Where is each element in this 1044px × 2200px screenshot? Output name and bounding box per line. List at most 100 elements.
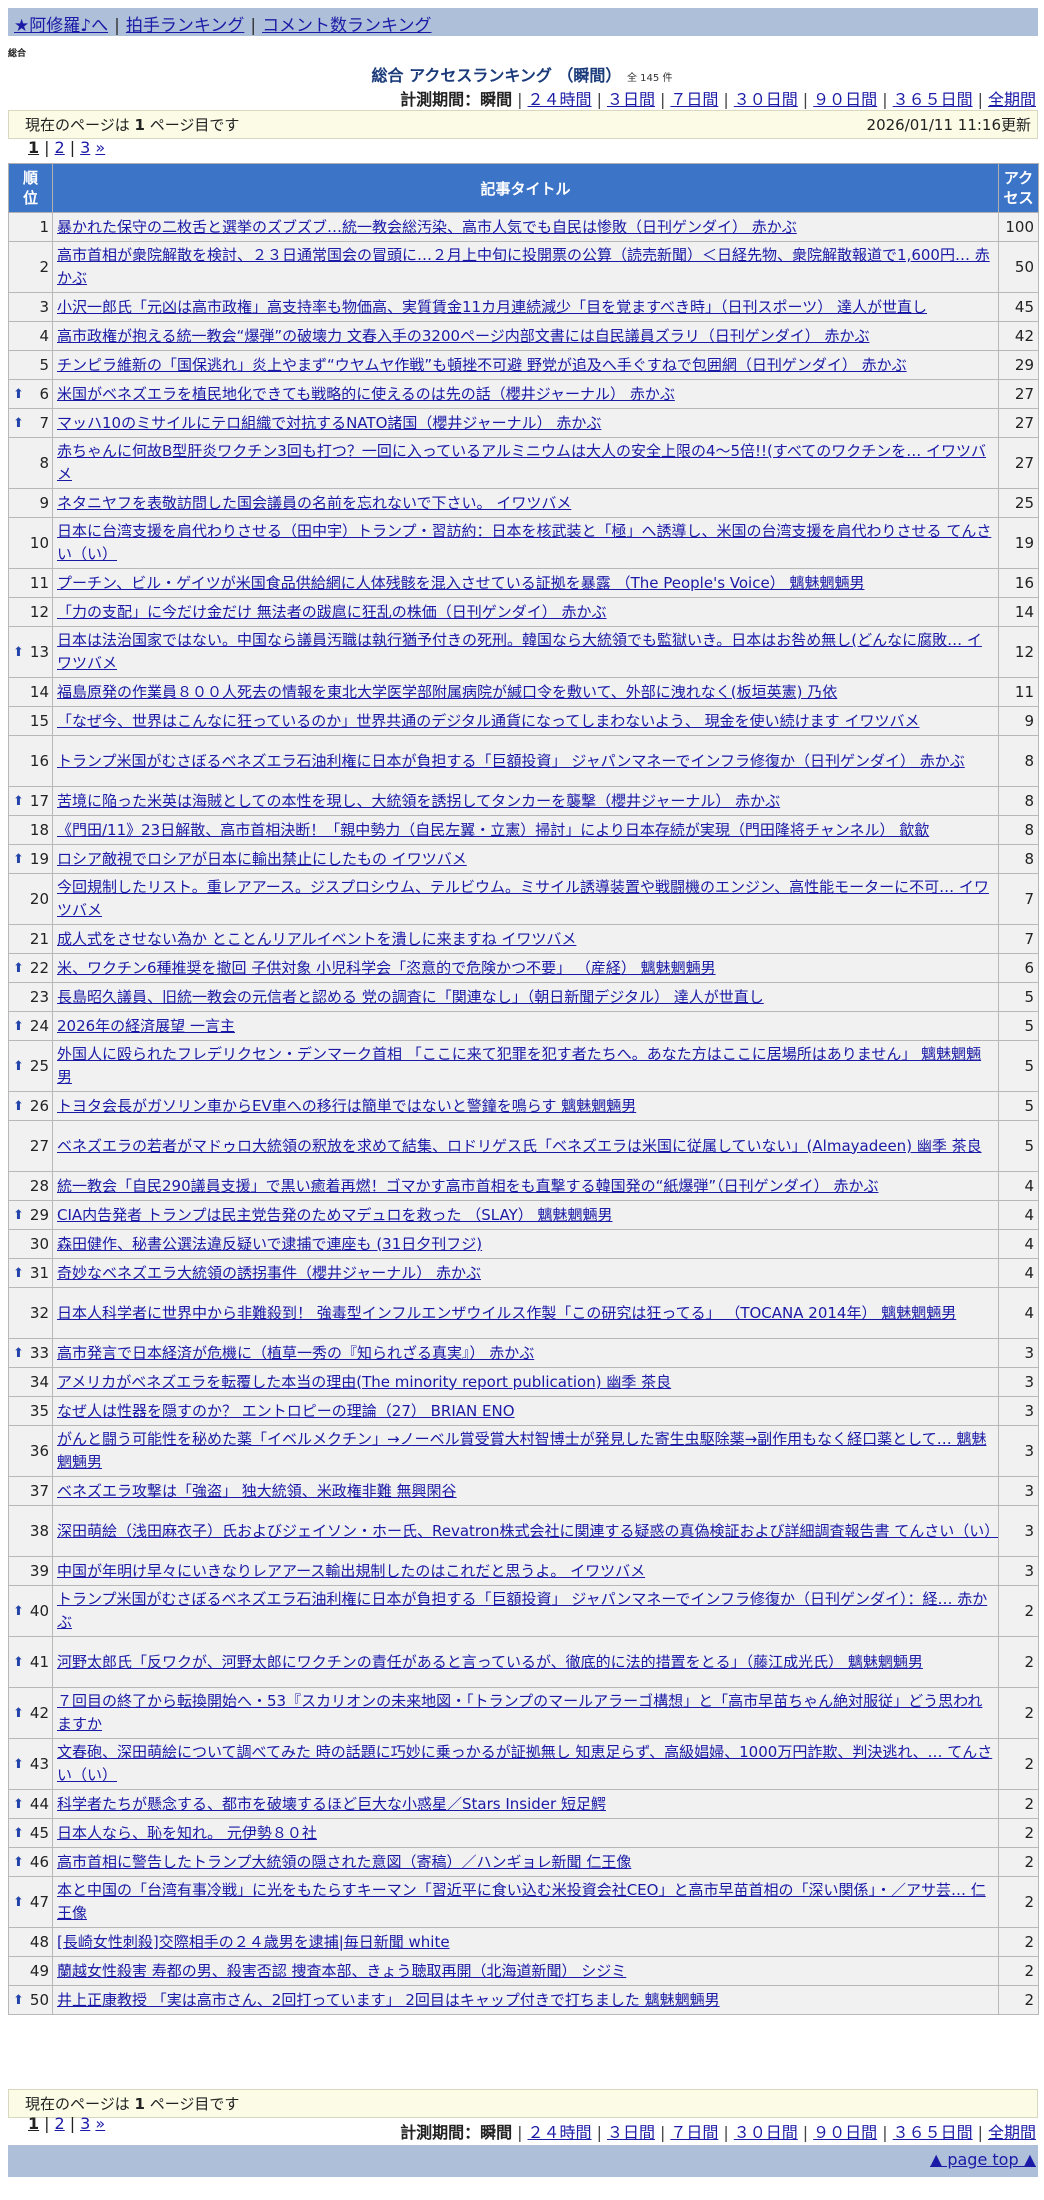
table-row: ⬆ 7 マッハ10のミサイルにテロ組織で対抗するNATO諸国（櫻井ジャーナル） 赤か…	[8, 408, 1039, 438]
article-title-link[interactable]: 赤ちゃんに何故B型肝炎ワクチン3回も打つ？一回に入っているアルミニウムは大人の安…	[57, 442, 986, 483]
article-title-link[interactable]: プーチン、ビル・ゲイツが米国食品供給網に人体残骸を混入させている証拠を暴露 （T…	[57, 574, 864, 592]
article-title-link[interactable]: 小沢一郎氏「元凶は高市政権」高支持率も物価高、実質賃金11カ月連続減少「目を覚ま…	[57, 298, 927, 316]
title-cell: アメリカがベネズエラを転覆した本当の理由(The minority report…	[52, 1367, 999, 1397]
article-title-link[interactable]: 成人式をさせない為か とことんリアルイベントを潰しに来ますね イワツバメ	[57, 930, 576, 948]
rank-cell: ⬆ 41	[8, 1636, 53, 1688]
pager-page-link[interactable]: 3	[80, 138, 90, 157]
article-title-link[interactable]: 日本人科学者に世界中から非難殺到！ 強毒型インフルエンザウイルス作製「この研究は…	[57, 1304, 956, 1322]
rank-number: 11	[29, 573, 49, 592]
article-title-link[interactable]: CIA内告発者 トランプは民主党告発のためマデュロを救った （SLAY） 魑魅魍…	[57, 1206, 613, 1224]
article-title-link[interactable]: [長崎女性刺殺]交際相手の２４歳男を逮捕|毎日新聞 white	[57, 1933, 450, 1951]
title-cell: ロシア敵視でロシアが日本に輸出禁止にしたもの イワツバメ	[52, 844, 999, 874]
rank-cell: 12	[8, 597, 53, 627]
article-title-link[interactable]: 米国がベネズエラを植民地化できても戦略的に使えるのは先の話（櫻井ジャーナル） 赤…	[57, 385, 675, 403]
rank-number: 1	[39, 217, 49, 236]
article-title-link[interactable]: チンピラ維新の「国保逃れ」炎上やまず“ウヤムヤ作戦”も頓挫不可避 野党が追及へ手…	[57, 356, 907, 374]
article-title-link[interactable]: ベネズエラ攻撃は「強盗」 独大統領、米政権非難 無興閑谷	[57, 1482, 457, 1500]
article-title-link[interactable]: 今回規制したリスト。重レアアース。ジスプロシウム、テルビウム。ミサイル誘導装置や…	[57, 878, 989, 919]
article-title-link[interactable]: 暴かれた保守の二枚舌と選挙のズブズブ…統一教会総汚染、高市人気でも自民は惨敗（日…	[57, 218, 797, 236]
article-title-link[interactable]: 米、ワクチン6種推奨を撤回 子供対象 小児科学会「恣意的で危険かつ不要」 （産経…	[57, 959, 716, 977]
period-option[interactable]: ９０日間	[813, 2123, 877, 2142]
article-title-link[interactable]: トランプ米国がむさぼるベネズエラ石油利権に日本が負担する「巨額投資」 ジャパンマ…	[57, 1590, 987, 1631]
period-option[interactable]: 全期間	[988, 2123, 1036, 2142]
article-title-link[interactable]: 長島昭久議員、旧統一教会の元信者と認める 党の調査に「関連なし」（朝日新聞デジタ…	[57, 988, 764, 1006]
article-title-link[interactable]: 《門田/11》23日解散、高市首相決断！「親中勢力（自民左翼・立憲）掃討」により…	[57, 821, 929, 839]
rank-cell: 8	[8, 437, 53, 489]
article-title-link[interactable]: 深田萌絵（浅田麻衣子）氏およびジェイソン・ホー氏、Revatron株式会社に関連…	[57, 1522, 998, 1540]
article-title-link[interactable]: 高市首相が衆院解散を検討、２３日通常国会の冒頭に…２月上中旬に投開票の公算（読売…	[57, 246, 990, 287]
pager-page-link[interactable]: 2	[55, 2114, 65, 2133]
rank-up-arrow-icon: ⬆	[13, 1058, 24, 1074]
article-title-link[interactable]: 統一教会「自民290議員支援」で黒い癒着再燃！ゴマかす高市首相をも直撃する韓国発…	[57, 1177, 878, 1195]
period-option[interactable]: ７日間	[670, 2123, 718, 2142]
period-option[interactable]: ３６５日間	[893, 2123, 973, 2142]
period-separator: |	[882, 2123, 888, 2142]
article-title-link[interactable]: がんと闘う可能性を秘めた薬「イベルメクチン」→ノーベル賞受賞大村智博士が発見した…	[57, 1430, 986, 1471]
article-title-link[interactable]: 日本は法治国家ではない。中国なら議員汚職は執行猶予付きの死刑。韓国なら大統領でも…	[57, 631, 982, 672]
table-row: 21 成人式をさせない為か とことんリアルイベントを潰しに来ますね イワツバメ 7	[8, 924, 1039, 954]
article-title-link[interactable]: トランプ米国がむさぼるベネズエラ石油利権に日本が負担する「巨額投資」 ジャパンマ…	[57, 752, 965, 770]
rank-number: 37	[29, 1481, 49, 1500]
period-option[interactable]: ３６５日間	[893, 90, 973, 109]
table-row: 34 アメリカがベネズエラを転覆した本当の理由(The minority repo…	[8, 1367, 1039, 1397]
article-title-link[interactable]: 高市政権が抱える統一教会“爆弾”の破壊力 文春入手の3200ページ内部文書には自…	[57, 327, 870, 345]
page-top-link[interactable]: ▲ page top ▲	[930, 2150, 1036, 2169]
period-option[interactable]: ２４時間	[528, 2123, 592, 2142]
period-option[interactable]: ２４時間	[528, 90, 592, 109]
article-title-link[interactable]: 「力の支配」に今だけ金だけ 無法者の跋扈に狂乱の株価（日刊ゲンダイ） 赤かぶ	[57, 603, 607, 621]
rank-cell: ⬆ 29	[8, 1200, 53, 1230]
article-title-link[interactable]: 高市首相に警告したトランプ大統領の隠された意図（寄稿）／ハンギョレ新聞 仁王像	[57, 1853, 631, 1871]
period-option[interactable]: 全期間	[988, 90, 1036, 109]
period-option[interactable]: ３日間	[607, 90, 655, 109]
article-title-link[interactable]: 河野太郎氏「反ワクが、河野太郎にワクチンの責任があると言っているが、徹底的に法的…	[57, 1653, 923, 1671]
clap-ranking-link[interactable]: 拍手ランキング	[126, 16, 245, 36]
article-title-link[interactable]: アメリカがベネズエラを転覆した本当の理由(The minority report…	[57, 1373, 671, 1391]
article-title-link[interactable]: 蘭越女性殺害 寿都の男、殺害否認 捜査本部、きょう聴取再開（北海道新聞） シジミ	[57, 1962, 626, 1980]
table-row: 16 トランプ米国がむさぼるベネズエラ石油利権に日本が負担する「巨額投資」 ジャパ…	[8, 735, 1039, 787]
pager-page-link[interactable]: 3	[80, 2114, 90, 2133]
article-title-link[interactable]: 奇妙なベネズエラ大統領の誘拐事件（櫻井ジャーナル） 赤かぶ	[57, 1264, 481, 1282]
article-title-link[interactable]: マッハ10のミサイルにテロ組織で対抗するNATO諸国（櫻井ジャーナル） 赤かぶ	[57, 414, 601, 432]
access-count: 8	[998, 844, 1039, 874]
article-title-link[interactable]: 外国人に殴られたフレデリクセン・デンマーク首相 「ここに来て犯罪を犯す者たちへ。…	[57, 1045, 981, 1086]
rank-cell: 21	[8, 924, 53, 954]
table-row: 8 赤ちゃんに何故B型肝炎ワクチン3回も打つ？一回に入っているアルミニウムは大人の…	[8, 437, 1039, 489]
rank-number: 42	[29, 1703, 49, 1722]
title-cell: 福島原発の作業員８００人死去の情報を東北大学医学部附属病院が緘口令を敷いて、外部…	[52, 677, 999, 707]
article-title-link[interactable]: ベネズエラの若者がマドゥロ大統領の釈放を求めて結集、ロドリゲス氏「ベネズエラは米…	[57, 1137, 982, 1155]
page-info-prefix: 現在のページは	[25, 2095, 135, 2113]
rank-number: 28	[29, 1176, 49, 1195]
article-title-link[interactable]: 2026年の経済展望 一言主	[57, 1017, 235, 1035]
article-title-link[interactable]: 日本人なら、恥を知れ。 元伊勢８０社	[57, 1824, 317, 1842]
rank-number: 23	[29, 987, 49, 1006]
article-title-link[interactable]: トヨタ会長がガソリン車からEV車への移行は簡単ではないと警鐘を鳴らす 魑魅魍魎男	[57, 1097, 636, 1115]
article-title-link[interactable]: なぜ人は性器を隠すのか？ エントロピーの理論（27） BRIAN ENO	[57, 1402, 515, 1420]
article-title-link[interactable]: 本と中国の「台湾有事冷戦」に光をもたらすキーマン「習近平に食い込む米投資会社CE…	[57, 1881, 986, 1922]
article-title-link[interactable]: 「なぜ今、世界はこんなに狂っているのか」世界共通のデジタル通貨になってしまわない…	[57, 712, 919, 730]
article-title-link[interactable]: 福島原発の作業員８００人死去の情報を東北大学医学部附属病院が緘口令を敷いて、外部…	[57, 683, 837, 701]
article-title-link[interactable]: 高市発言で日本経済が危機に（植草一秀の『知られざる真実』） 赤かぶ	[57, 1344, 534, 1362]
pager-next-link[interactable]: »	[95, 138, 105, 157]
article-title-link[interactable]: 中国が年明け早々にいきなりレアアース輸出規制したのはこれだと思うよ。 イワツバメ	[57, 1562, 645, 1580]
article-title-link[interactable]: ロシア敵視でロシアが日本に輸出禁止にしたもの イワツバメ	[57, 850, 467, 868]
article-title-link[interactable]: 苦境に陥った米英は海賊としての本性を現し、大統領を誘拐してタンカーを襲撃（櫻井ジ…	[57, 792, 780, 810]
article-title-link[interactable]: ネタニヤフを表敬訪問した国会議員の名前を忘れないで下さい。 イワツバメ	[57, 494, 571, 512]
pager-page-link[interactable]: 2	[55, 138, 65, 157]
period-option[interactable]: ９０日間	[813, 90, 877, 109]
article-title-link[interactable]: 文春砲、深田萌絵について調べてみた 時の話題に巧妙に乗っかるが証拠無し 知恵足ら…	[57, 1743, 992, 1784]
title-cell: 赤ちゃんに何故B型肝炎ワクチン3回も打つ？一回に入っているアルミニウムは大人の安…	[52, 437, 999, 489]
article-title-link[interactable]: ７回目の終了から転換開始へ・53『スカリオンの未来地図・「トランプのマールアラー…	[57, 1692, 982, 1733]
article-title-link[interactable]: 井上正康教授 「実は高市さん、2回打っています」 2回目はキャップ付きで打ちまし…	[57, 1991, 720, 2009]
period-option[interactable]: ７日間	[670, 90, 718, 109]
article-title-link[interactable]: 森田健作、秘書公選法違反疑いで逮捕で連座も (31日夕刊フジ)	[57, 1235, 482, 1253]
rank-cell: 14	[8, 677, 53, 707]
period-option[interactable]: ３０日間	[734, 90, 798, 109]
home-link[interactable]: ★阿修羅♪へ	[14, 16, 108, 36]
pager-next-link[interactable]: »	[95, 2114, 105, 2133]
article-title-link[interactable]: 日本に台湾支援を肩代わりさせる（田中宇）トランプ・習訪約：日本を核武装と「極」へ…	[57, 522, 991, 563]
period-option[interactable]: ３０日間	[734, 2123, 798, 2142]
article-title-link[interactable]: 科学者たちが懸念する、都市を破壊するほど巨大な小惑星／Stars Insider…	[57, 1795, 606, 1813]
comment-ranking-link[interactable]: コメント数ランキング	[262, 16, 432, 36]
table-row: ⬆ 6 米国がベネズエラを植民地化できても戦略的に使えるのは先の話（櫻井ジャーナル）…	[8, 379, 1039, 409]
period-option[interactable]: ３日間	[607, 2123, 655, 2142]
